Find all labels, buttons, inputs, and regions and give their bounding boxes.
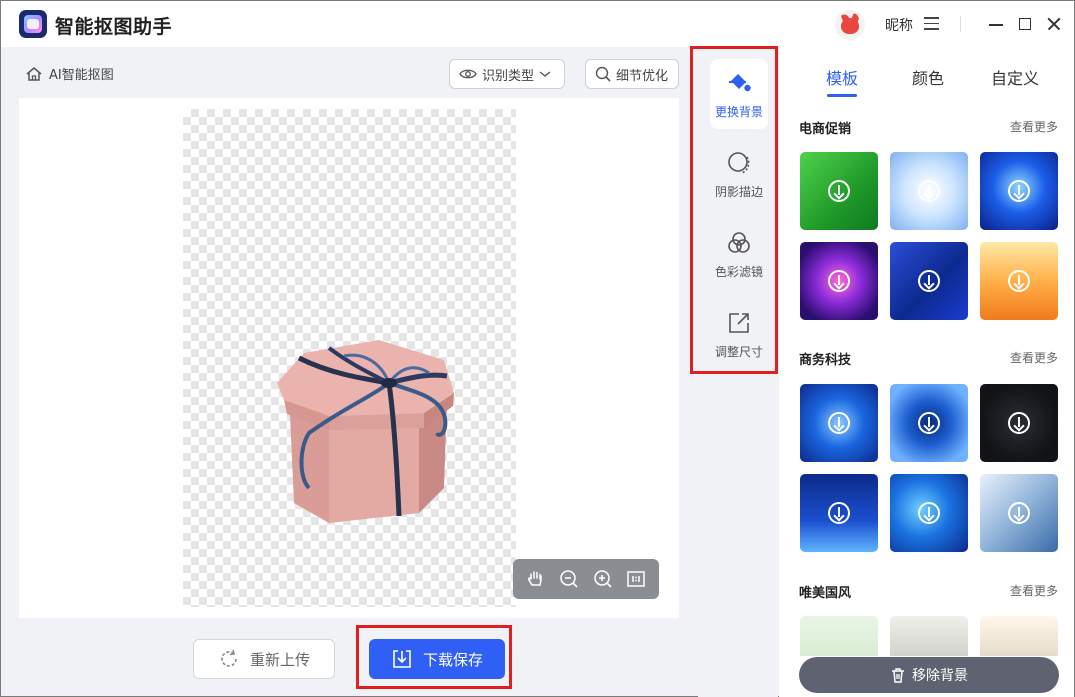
maximize-button[interactable]	[1014, 13, 1036, 35]
see-more-ecommerce[interactable]: 查看更多	[1010, 118, 1058, 135]
recognize-type-label: 识别类型	[482, 68, 535, 84]
download-circle-icon	[918, 180, 940, 202]
template-thumb[interactable]	[890, 616, 968, 656]
tool-label: 阴影描边	[714, 184, 763, 199]
download-circle-icon	[828, 502, 850, 524]
download-circle-icon	[918, 502, 940, 524]
template-thumb[interactable]	[800, 152, 878, 230]
image-canvas[interactable]	[19, 98, 679, 618]
template-thumb[interactable]	[800, 474, 878, 552]
template-thumb[interactable]	[980, 384, 1058, 462]
detail-optimize-button[interactable]: 细节优化	[585, 59, 679, 89]
tool-color-filter[interactable]: 色彩滤镜	[710, 219, 768, 289]
see-more-chinese-style[interactable]: 查看更多	[1010, 582, 1058, 599]
template-thumb[interactable]	[890, 152, 968, 230]
section-title-chinese-style: 唯美国风	[799, 586, 852, 601]
tool-rail: 更换背景 阴影描边 色彩滤镜 调整尺寸	[698, 47, 778, 697]
template-panel: 模板 颜色 自定义 电商促销 查看更多 商务科技 查看更多 唯美国风 查看更多	[779, 47, 1074, 697]
menu-icon[interactable]	[924, 17, 939, 30]
hand-pan-icon[interactable]	[525, 568, 547, 590]
download-circle-icon	[1008, 180, 1030, 202]
template-thumb[interactable]	[980, 474, 1058, 552]
color-filter-icon	[728, 231, 750, 253]
template-thumb[interactable]	[800, 384, 878, 462]
shadow-circle-icon	[728, 151, 750, 174]
tab-color[interactable]: 颜色	[912, 65, 944, 89]
download-save-button[interactable]: 下载保存	[369, 639, 505, 679]
tool-change-background[interactable]: 更换背景	[710, 59, 768, 129]
download-icon	[393, 650, 411, 668]
trash-icon	[892, 668, 904, 683]
breadcrumb-label: AI智能抠图	[49, 68, 114, 83]
template-thumb[interactable]	[800, 616, 878, 656]
template-thumb[interactable]	[890, 384, 968, 462]
section-title-ecommerce: 电商促销	[799, 122, 852, 137]
tab-template[interactable]: 模板	[826, 65, 858, 89]
zoom-in-icon[interactable]	[592, 568, 614, 590]
paint-bucket-icon	[729, 73, 751, 91]
reupload-button[interactable]: 重新上传	[193, 639, 335, 679]
gift-box-image	[277, 340, 454, 523]
download-circle-icon	[918, 270, 940, 292]
app-window: 智能抠图助手 昵称 AI智能抠图 识别类型 细节优化 重新上传 下载保存 更换背…	[0, 0, 1075, 697]
section-title-business-tech: 商务科技	[799, 353, 852, 368]
refresh-icon	[221, 649, 237, 667]
template-thumb[interactable]	[980, 616, 1058, 656]
template-thumb[interactable]	[890, 474, 968, 552]
tool-label: 调整尺寸	[714, 344, 763, 359]
nickname-label[interactable]: 昵称	[885, 15, 913, 35]
zoom-toolbar	[513, 559, 659, 599]
app-title: 智能抠图助手	[55, 16, 173, 38]
divider	[960, 16, 961, 32]
zoom-out-icon[interactable]	[558, 568, 580, 590]
tool-shadow-stroke[interactable]: 阴影描边	[710, 139, 768, 209]
template-thumb[interactable]	[890, 242, 968, 320]
download-circle-icon	[1008, 270, 1030, 292]
tool-resize[interactable]: 调整尺寸	[710, 299, 768, 369]
download-circle-icon	[828, 412, 850, 434]
see-more-business-tech[interactable]: 查看更多	[1010, 349, 1058, 366]
template-thumb[interactable]	[980, 242, 1058, 320]
detail-optimize-label: 细节优化	[616, 68, 669, 84]
tool-label: 色彩滤镜	[714, 264, 763, 279]
magnifier-icon	[595, 66, 611, 82]
template-thumb[interactable]	[800, 242, 878, 320]
app-logo-icon	[19, 10, 47, 38]
remove-background-label: 移除背景	[912, 668, 968, 684]
chevron-down-icon	[539, 71, 551, 77]
download-circle-icon	[918, 412, 940, 434]
minimize-button[interactable]	[985, 13, 1007, 35]
actual-size-icon[interactable]	[625, 568, 647, 590]
title-bar: 智能抠图助手 昵称	[1, 1, 1074, 47]
tool-label: 更换背景	[714, 104, 763, 119]
resize-icon	[729, 312, 749, 333]
avatar[interactable]	[835, 10, 865, 40]
reupload-label: 重新上传	[249, 650, 310, 669]
tab-custom[interactable]: 自定义	[991, 65, 1039, 89]
panel-tabs: 模板 颜色 自定义	[779, 47, 1074, 99]
remove-background-button[interactable]: 移除背景	[799, 657, 1059, 693]
template-thumb[interactable]	[980, 152, 1058, 230]
active-tab-indicator	[827, 94, 857, 97]
download-save-label: 下载保存	[422, 650, 483, 669]
eye-icon	[459, 69, 477, 79]
download-circle-icon	[828, 180, 850, 202]
download-circle-icon	[1008, 502, 1030, 524]
download-circle-icon	[828, 270, 850, 292]
download-circle-icon	[1008, 412, 1030, 434]
home-icon	[26, 66, 42, 81]
breadcrumb[interactable]: AI智能抠图	[25, 64, 114, 83]
close-button[interactable]	[1043, 13, 1065, 35]
recognize-type-dropdown[interactable]: 识别类型	[449, 59, 565, 89]
